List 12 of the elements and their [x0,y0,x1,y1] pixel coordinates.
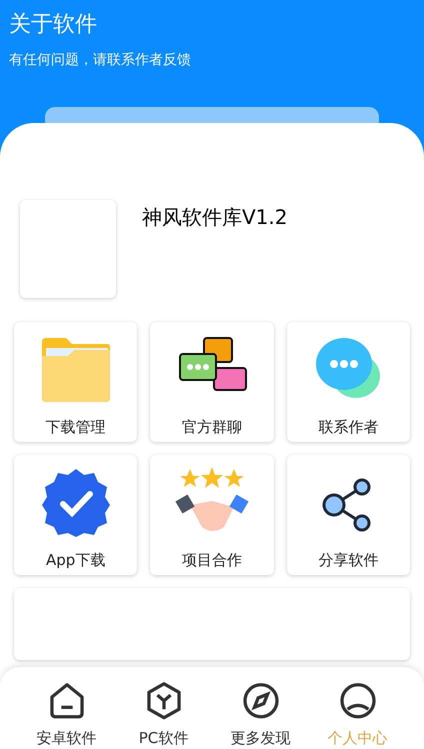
feature-tile[interactable]: 联系作者 [286,322,410,442]
page-title: 关于软件 [9,11,98,39]
page-subtitle: 有任何问题，请联系作者反馈 [9,51,192,70]
nav-tab[interactable]: 安卓软件 [26,681,106,749]
feature-tile[interactable]: 官方群聊 [150,322,274,442]
nav-tab[interactable]: 更多发现 [220,681,300,749]
feature-tile[interactable]: 项目合作 [150,455,274,575]
nav-tab[interactable]: PC软件 [124,681,204,749]
feature-tile[interactable]: 下载管理 [14,322,138,442]
app-name: 神风软件库V1.2 [142,204,288,231]
feature-tile[interactable]: App下载 [14,455,138,575]
feature-tile[interactable]: 分享软件 [286,455,410,575]
